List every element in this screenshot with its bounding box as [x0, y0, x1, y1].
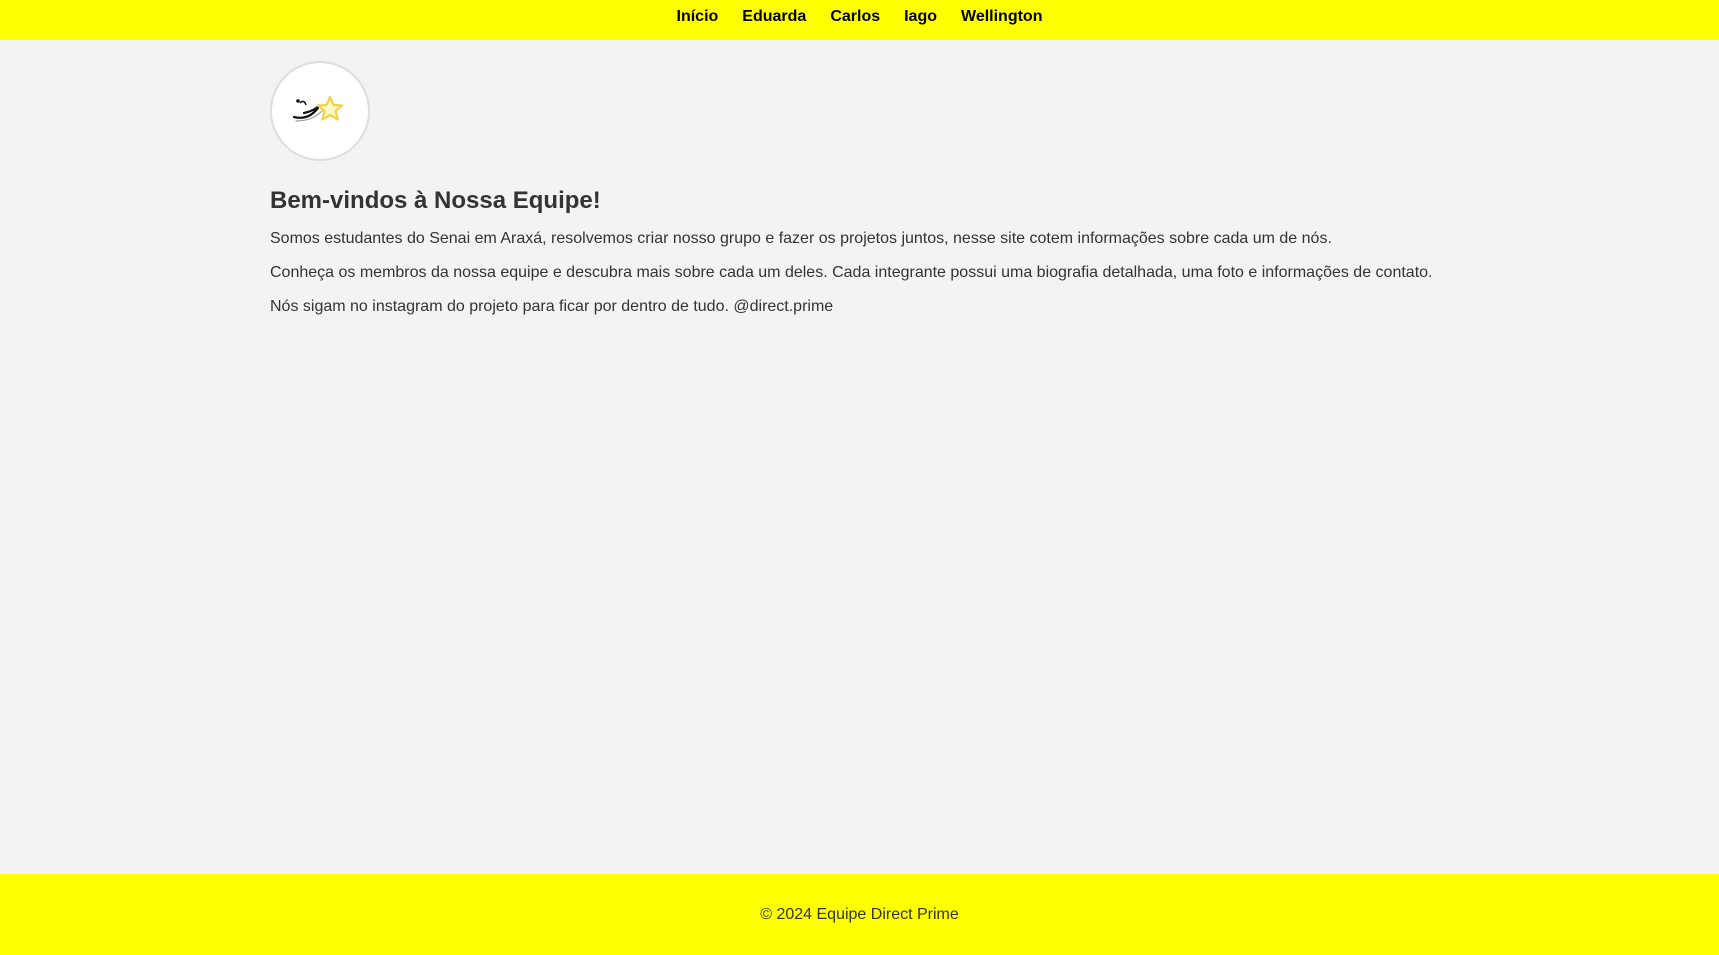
team-logo	[270, 61, 370, 161]
intro-paragraph: Somos estudantes do Senai em Araxá, reso…	[270, 230, 1332, 247]
welcome-section: Bem-vindos à Nossa Equipe! Somos estudan…	[270, 185, 1450, 317]
nav-link-wellington[interactable]: Wellington	[961, 0, 1042, 33]
footer-copyright: © 2024 Equipe Direct Prime	[760, 905, 959, 923]
page-title: Bem-vindos à Nossa Equipe!	[270, 187, 601, 214]
star-logo-icon	[292, 95, 344, 122]
nav-link-inicio[interactable]: Início	[677, 0, 719, 33]
main-content: Bem-vindos à Nossa Equipe! Somos estudan…	[0, 40, 1719, 874]
nav-link-carlos[interactable]: Carlos	[830, 0, 880, 33]
footer: © 2024 Equipe Direct Prime	[0, 874, 1719, 955]
nav-link-iago[interactable]: Iago	[904, 0, 937, 33]
members-paragraph: Conheça os membros da nossa equipe e des…	[270, 264, 1433, 281]
instagram-paragraph: Nós sigam no instagram do projeto para f…	[270, 298, 834, 315]
top-nav: Início Eduarda Carlos Iago Wellington	[0, 0, 1719, 40]
nav-link-eduarda[interactable]: Eduarda	[742, 0, 806, 33]
